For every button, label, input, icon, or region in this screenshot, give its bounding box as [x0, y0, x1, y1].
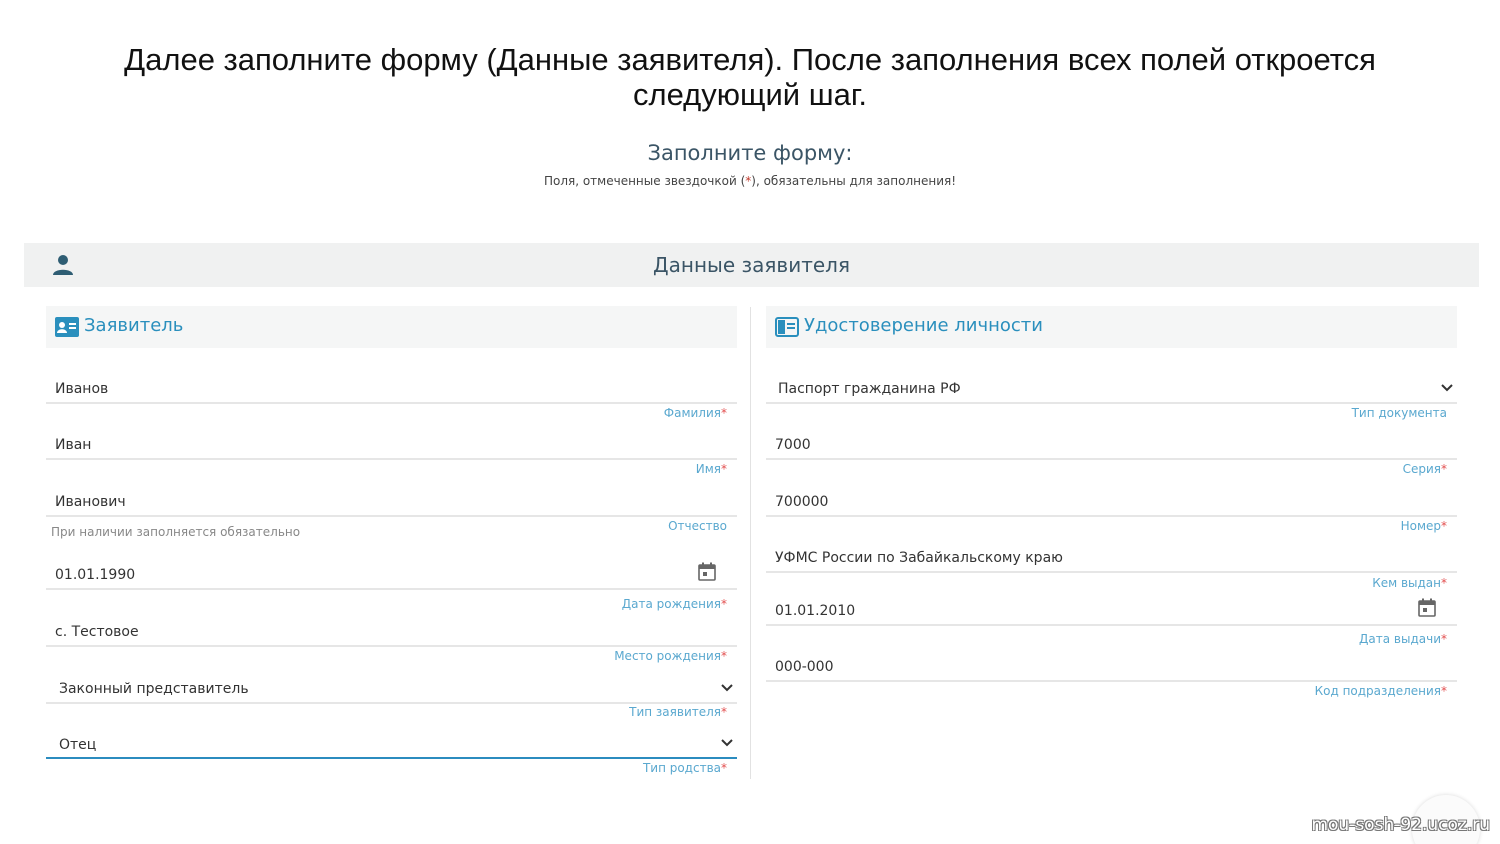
relation-type-label: Тип родства*: [642, 761, 727, 775]
issued-by-field[interactable]: УФМС России по Забайкальскому краю Кем в…: [766, 545, 1457, 593]
section-title: Данные заявителя: [653, 253, 850, 277]
note-text-after: ), обязательны для заполнения!: [751, 174, 957, 188]
field-underline-active: [46, 757, 737, 759]
issue-date-value[interactable]: 01.01.2010: [775, 603, 855, 619]
note-text-before: Поля, отмеченные звездочкой (: [543, 174, 746, 188]
applicant-title: Заявитель: [84, 315, 184, 336]
birth-date-value[interactable]: 01.01.1990: [55, 567, 135, 583]
division-code-value[interactable]: 000-000: [775, 659, 834, 675]
division-code-label: Код подразделения*: [1314, 684, 1447, 698]
calendar-icon[interactable]: [1417, 598, 1437, 618]
field-underline: [766, 571, 1457, 573]
series-value[interactable]: 7000: [775, 437, 811, 453]
issue-date-field[interactable]: 01.01.2010 Дата выдачи*: [766, 595, 1457, 653]
applicant-type-select[interactable]: Законный представитель Тип заявителя*: [46, 674, 737, 724]
field-underline: [766, 402, 1457, 404]
identity-title: Удостоверение личности: [804, 315, 1043, 336]
applicant-data-section-bar: Данные заявителя: [24, 243, 1479, 287]
slide-instruction: Далее заполните форму (Данные заявителя)…: [60, 42, 1440, 112]
instruction-line-2: следующий шаг.: [633, 77, 867, 112]
field-underline: [766, 680, 1457, 682]
identity-header: Удостоверение личности: [766, 306, 1457, 348]
applicant-type-label: Тип заявителя*: [629, 705, 727, 719]
last-name-field[interactable]: Иванов Фамилия*: [46, 376, 737, 424]
watermark: mou-sosh-92.ucoz.ru: [1311, 815, 1490, 835]
form-heading: Заполните форму:: [647, 141, 853, 165]
series-field[interactable]: 7000 Серия*: [766, 432, 1457, 480]
field-underline: [46, 645, 737, 647]
relation-type-select[interactable]: Отец Тип родства*: [46, 730, 737, 780]
applicant-type-value[interactable]: Законный представитель: [59, 681, 249, 697]
field-underline: [46, 515, 737, 517]
field-underline: [46, 702, 737, 704]
field-underline: [46, 588, 737, 590]
number-label: Номер*: [1400, 519, 1447, 533]
birth-date-label: Дата рождения*: [621, 597, 727, 611]
doc-type-select[interactable]: Паспорт гражданина РФ Тип документа: [766, 376, 1457, 424]
last-name-value[interactable]: Иванов: [55, 381, 108, 397]
document-icon: [775, 317, 799, 337]
birth-place-label: Место рождения*: [614, 649, 727, 663]
chevron-down-icon[interactable]: [721, 739, 733, 747]
number-field[interactable]: 700000 Номер*: [766, 488, 1457, 536]
patronymic-hint: При наличии заполняется обязательно: [51, 525, 301, 539]
issued-by-label: Кем выдан*: [1372, 576, 1447, 590]
doc-type-label: Тип документа: [1351, 406, 1447, 420]
field-underline: [46, 402, 737, 404]
doc-type-value[interactable]: Паспорт гражданина РФ: [778, 381, 961, 397]
last-name-label: Фамилия*: [663, 406, 727, 420]
issue-date-label: Дата выдачи*: [1359, 632, 1447, 646]
birth-place-value[interactable]: с. Тестовое: [55, 624, 139, 640]
applicant-header: Заявитель: [46, 306, 737, 348]
required-fields-note: Поля, отмеченные звездочкой (*), обязате…: [0, 174, 1500, 188]
issued-by-value[interactable]: УФМС России по Забайкальскому краю: [775, 550, 1063, 566]
first-name-label: Имя*: [695, 462, 727, 476]
field-underline: [766, 515, 1457, 517]
birth-date-field[interactable]: 01.01.1990 Дата рождения*: [46, 558, 737, 616]
patronymic-value[interactable]: Иванович: [55, 494, 126, 510]
chevron-down-icon[interactable]: [721, 684, 733, 692]
division-code-field[interactable]: 000-000 Код подразделения*: [766, 654, 1457, 702]
first-name-value[interactable]: Иван: [55, 437, 91, 453]
field-underline: [766, 458, 1457, 460]
patronymic-field[interactable]: Иванович При наличии заполняется обязате…: [46, 488, 737, 548]
relation-type-value[interactable]: Отец: [59, 737, 96, 753]
patronymic-label: Отчество: [668, 519, 727, 533]
id-card-icon: [55, 317, 79, 337]
field-underline: [46, 458, 737, 460]
first-name-field[interactable]: Иван Имя*: [46, 432, 737, 480]
column-divider: [750, 307, 751, 779]
series-label: Серия*: [1402, 462, 1447, 476]
instruction-line-1: Далее заполните форму (Данные заявителя)…: [124, 42, 1376, 77]
birth-place-field[interactable]: с. Тестовое Место рождения*: [46, 618, 737, 666]
chevron-down-icon[interactable]: [1441, 384, 1453, 392]
calendar-icon[interactable]: [697, 562, 717, 582]
field-underline: [766, 624, 1457, 626]
number-value[interactable]: 700000: [775, 494, 828, 510]
